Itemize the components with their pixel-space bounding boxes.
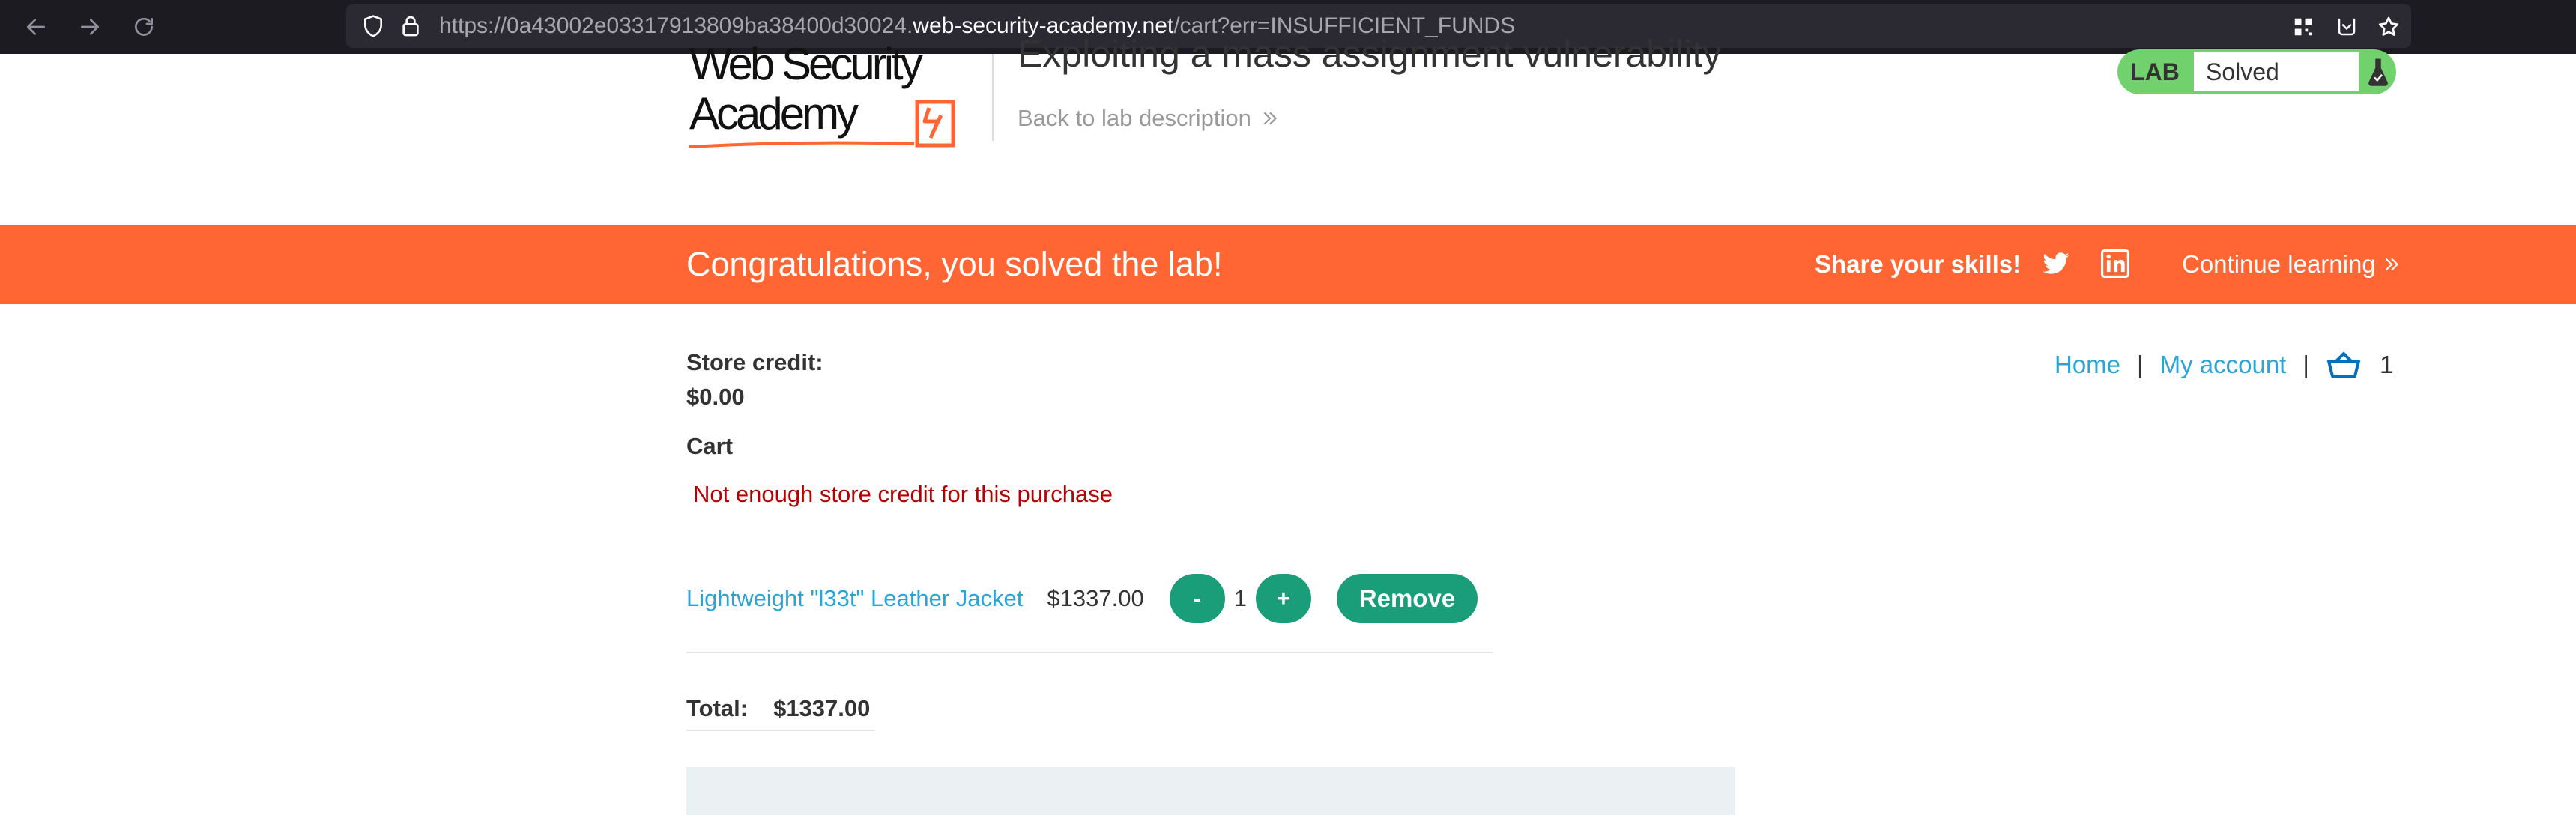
pocket-button[interactable] bbox=[2329, 9, 2365, 45]
coupon-panel bbox=[686, 767, 1735, 815]
star-icon bbox=[2378, 16, 2399, 36]
remove-item-button[interactable]: Remove bbox=[1336, 574, 1478, 623]
reload-icon bbox=[135, 17, 153, 36]
arrow-left-icon bbox=[27, 19, 45, 35]
url-prefix: https://0a43002e03317913809ba38400d30024… bbox=[439, 13, 913, 38]
cart-total: Total: $1337.00 bbox=[686, 695, 870, 722]
header-divider bbox=[992, 54, 994, 141]
reload-button[interactable] bbox=[126, 9, 162, 45]
nav-separator: | bbox=[2303, 351, 2309, 378]
insufficient-funds-error: Not enough store credit for this purchas… bbox=[693, 481, 1113, 507]
twitter-icon[interactable] bbox=[2041, 249, 2071, 278]
top-navigation: Home | My account | 1 bbox=[2055, 346, 2393, 384]
cart-item-row: Lightweight "l33t" Leather Jacket $1337.… bbox=[686, 574, 1478, 623]
flask-icon-container bbox=[2360, 49, 2396, 94]
arrow-right-icon bbox=[81, 19, 99, 35]
total-value: $1337.00 bbox=[773, 695, 871, 721]
logo-line-2: Academy bbox=[689, 88, 859, 139]
store-credit-label: Store credit: bbox=[686, 349, 823, 375]
back-button[interactable] bbox=[18, 9, 54, 45]
product-link[interactable]: Lightweight "l33t" Leather Jacket bbox=[686, 585, 1023, 612]
lab-status-text: Solved bbox=[2194, 52, 2359, 91]
basket-icon[interactable] bbox=[2326, 350, 2362, 380]
back-to-lab-description-link[interactable]: Back to lab description bbox=[1018, 105, 1280, 132]
increase-quantity-button[interactable]: + bbox=[1255, 574, 1311, 623]
cart-divider bbox=[686, 652, 1493, 653]
qr-code-icon bbox=[2294, 18, 2312, 36]
item-price: $1337.00 bbox=[1047, 585, 1144, 611]
nav-separator: | bbox=[2137, 351, 2144, 378]
download-icon bbox=[2338, 18, 2356, 36]
total-label: Total: bbox=[686, 695, 749, 721]
lab-status-widget: LAB Solved bbox=[2117, 49, 2396, 94]
lab-title: Exploiting a mass assignment vulnerabili… bbox=[1018, 33, 1722, 75]
continue-learning-label: Continue learning bbox=[2182, 250, 2376, 278]
my-account-link[interactable]: My account bbox=[2160, 351, 2287, 379]
cart-heading: Cart bbox=[686, 433, 734, 459]
forward-button[interactable] bbox=[72, 9, 108, 45]
shield-icon[interactable] bbox=[361, 14, 385, 38]
web-security-academy-logo[interactable]: Web Security Academy bbox=[686, 45, 986, 151]
linkedin-icon[interactable] bbox=[2101, 249, 2129, 278]
double-chevron-right-icon bbox=[1263, 112, 1278, 125]
congratulations-message: Congratulations, you solved the lab! bbox=[686, 245, 1223, 283]
home-link[interactable]: Home bbox=[2055, 351, 2120, 379]
total-divider bbox=[686, 730, 875, 731]
solved-banner: Congratulations, you solved the lab! Sha… bbox=[0, 225, 2576, 304]
lab-tag: LAB bbox=[2130, 58, 2180, 85]
flask-icon bbox=[2368, 58, 2388, 86]
bookmark-button[interactable] bbox=[2371, 9, 2407, 45]
decrease-quantity-button[interactable]: - bbox=[1169, 574, 1225, 623]
double-chevron-right-icon bbox=[2385, 258, 2398, 271]
store-credit-value: $0.00 bbox=[686, 384, 745, 410]
share-skills-label: Share your skills! bbox=[1815, 250, 2022, 278]
back-link-label: Back to lab description bbox=[1018, 105, 1251, 131]
lock-icon[interactable] bbox=[399, 14, 423, 38]
logo-line-1: Web Security bbox=[689, 45, 923, 89]
item-quantity: 1 bbox=[1233, 585, 1247, 611]
continue-learning-link[interactable]: Continue learning bbox=[2182, 225, 2401, 304]
qr-code-button[interactable] bbox=[2285, 9, 2321, 45]
cart-count: 1 bbox=[2379, 351, 2394, 378]
